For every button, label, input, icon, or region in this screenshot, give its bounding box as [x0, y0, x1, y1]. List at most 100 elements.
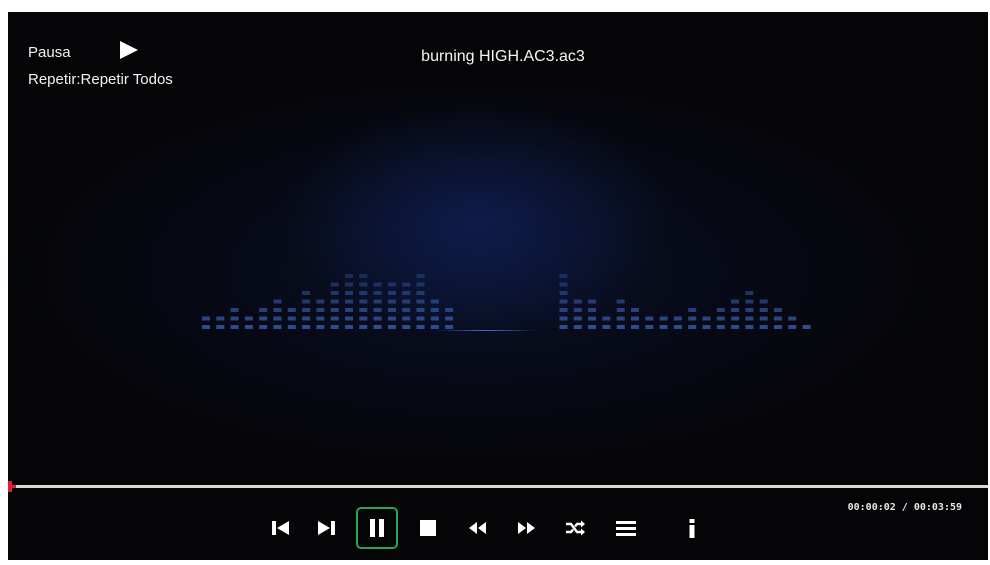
- visualizer-dot: [416, 308, 425, 312]
- visualizer-dot: [759, 308, 768, 312]
- visualizer-dot: [559, 299, 568, 304]
- visualizer-dot: [345, 291, 353, 295]
- visualizer-dot: [216, 325, 225, 329]
- previous-button[interactable]: [260, 508, 300, 548]
- visualizer-dot: [259, 325, 268, 329]
- visualizer-dot: [259, 308, 268, 312]
- visualizer-dot: [402, 325, 411, 329]
- visualizer-dot: [402, 308, 411, 312]
- visualizer-dot: [588, 308, 597, 312]
- visualizer-dot: [359, 282, 368, 287]
- stop-button[interactable]: [408, 508, 448, 548]
- visualizer-dot: [416, 274, 425, 278]
- visualizer-dot: [273, 316, 282, 321]
- playlist-button[interactable]: [606, 508, 646, 548]
- visualizer-dot: [402, 316, 411, 321]
- visualizer-dot: [316, 325, 325, 329]
- info-button[interactable]: [672, 508, 712, 548]
- visualizer-dot: [387, 299, 396, 304]
- visualizer-dot: [745, 299, 754, 304]
- visualizer-dot: [359, 291, 368, 295]
- visualizer-dot: [716, 316, 725, 321]
- visualizer-dot: [716, 308, 725, 312]
- visualizer-dot: [430, 325, 439, 329]
- visualizer-dot: [416, 316, 425, 321]
- visualizer-dot: [659, 316, 668, 321]
- shuffle-button[interactable]: [555, 508, 595, 548]
- visualizer-dot: [244, 325, 253, 329]
- visualizer-dot: [602, 316, 611, 321]
- visualizer-dot: [244, 316, 253, 321]
- visualizer-dot: [616, 325, 625, 329]
- visualizer-dot: [302, 316, 311, 321]
- visualizer-dot: [345, 274, 353, 278]
- visualizer-dot: [774, 325, 782, 329]
- visualizer-dot: [702, 325, 711, 329]
- visualizer-dot: [673, 325, 682, 329]
- visualizer-dot: [316, 299, 325, 304]
- fast-forward-button[interactable]: [506, 508, 546, 548]
- fast-forward-icon: [518, 522, 535, 534]
- visualizer-dot: [316, 316, 325, 321]
- visualizer-dot: [731, 316, 740, 321]
- transport-controls: [8, 507, 988, 552]
- playlist-icon: [616, 521, 636, 536]
- visualizer-dot: [445, 316, 454, 321]
- visualizer-dot: [573, 299, 582, 304]
- visualizer-dot: [631, 325, 639, 329]
- progress-handle[interactable]: [8, 481, 12, 492]
- visualizer-dot: [430, 316, 439, 321]
- visualizer-dot: [588, 325, 597, 329]
- progress-bar[interactable]: [8, 481, 988, 492]
- visualizer-dot: [616, 316, 625, 321]
- visualizer-dot: [216, 316, 225, 321]
- pause-button[interactable]: [356, 507, 398, 549]
- visualizer-dot: [359, 325, 368, 329]
- visualizer-dot: [330, 308, 339, 312]
- visualizer-dot: [745, 316, 754, 321]
- visualizer-dot: [302, 291, 311, 295]
- visualizer-dot: [359, 274, 368, 278]
- visualizer-dot: [287, 325, 296, 329]
- visualizer-dot: [774, 308, 782, 312]
- visualizer-dot: [202, 325, 210, 329]
- visualizer-dot: [631, 316, 639, 321]
- pause-status-label: Pausa: [28, 44, 71, 61]
- next-button[interactable]: [307, 508, 347, 548]
- visualizer-dot: [373, 282, 382, 287]
- visualizer-dot: [645, 316, 654, 321]
- visualizer-dot: [731, 308, 740, 312]
- rewind-button[interactable]: [458, 508, 498, 548]
- visualizer-dot: [287, 316, 296, 321]
- rewind-icon: [469, 522, 486, 534]
- visualizer-dot: [402, 291, 411, 295]
- visualizer-dot: [302, 325, 311, 329]
- visualizer-dot: [345, 282, 353, 287]
- visualizer-dot: [359, 316, 368, 321]
- visualizer-dot: [602, 325, 611, 329]
- visualizer-baseline: [436, 330, 538, 331]
- visualizer-dot: [673, 316, 682, 321]
- visualizer-dot: [716, 325, 725, 329]
- visualizer-dot: [645, 325, 654, 329]
- visualizer-dot: [559, 291, 568, 295]
- visualizer-dot: [745, 308, 754, 312]
- player-screen: Pausa Repetir:Repetir Todos burning HIGH…: [8, 12, 988, 560]
- visualizer-dot: [788, 325, 797, 329]
- visualizer-dot: [445, 325, 454, 329]
- visualizer-dot: [430, 299, 439, 304]
- visualizer-dot: [788, 316, 797, 321]
- visualizer-dot: [402, 282, 411, 287]
- visualizer-dot: [273, 325, 282, 329]
- repeat-mode-label: Repetir:Repetir Todos: [28, 71, 173, 88]
- visualizer-dot: [202, 316, 210, 321]
- visualizer-dot: [387, 282, 396, 287]
- visualizer-dot: [345, 299, 353, 304]
- visualizer-dot: [430, 308, 439, 312]
- visualizer-dot: [573, 325, 582, 329]
- visualizer-dot: [387, 291, 396, 295]
- visualizer-dot: [688, 316, 697, 321]
- visualizer-dot: [774, 316, 782, 321]
- visualizer-dot: [731, 325, 740, 329]
- visualizer-dot: [302, 308, 311, 312]
